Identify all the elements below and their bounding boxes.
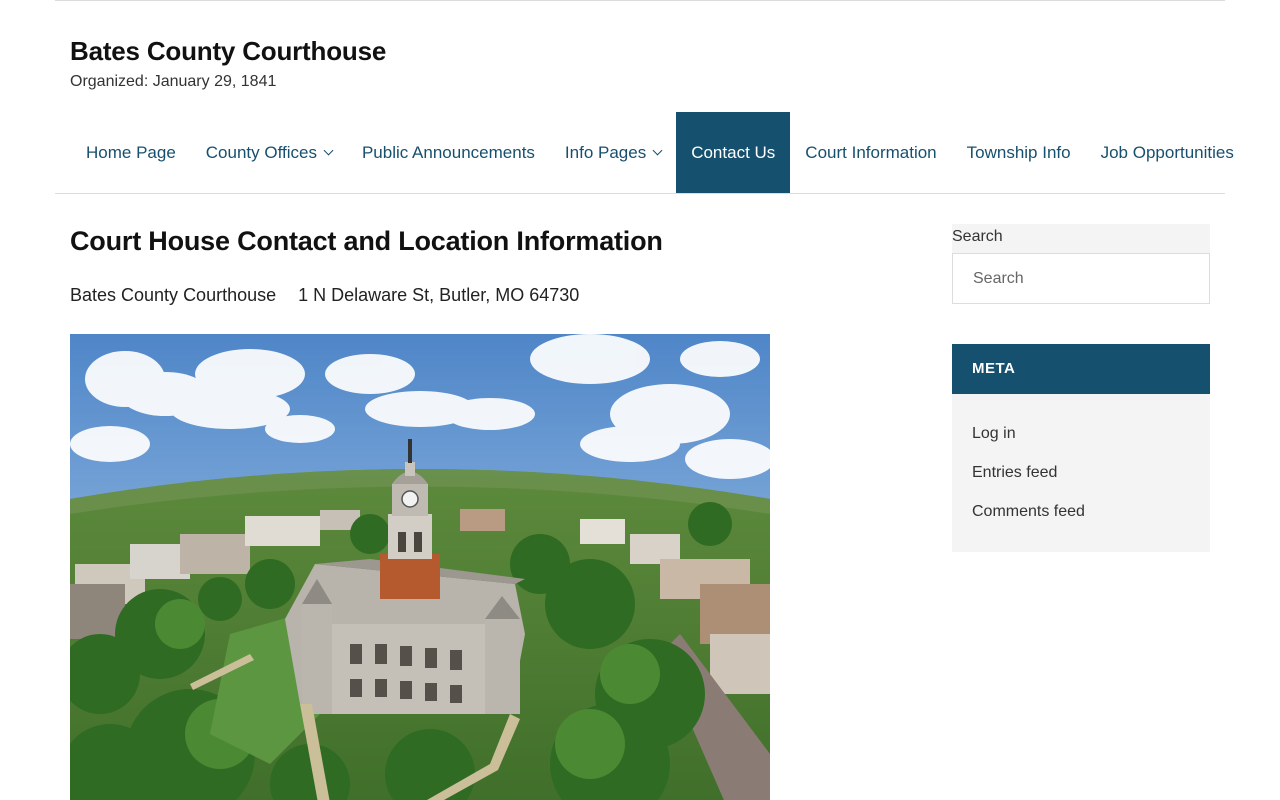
site-header: Bates County Courthouse Organized: Janua… bbox=[70, 36, 386, 91]
meta-heading: META bbox=[952, 344, 1210, 394]
nav-item-label: County Offices bbox=[205, 142, 317, 162]
nav-item-label: Court Information bbox=[805, 142, 937, 162]
courthouse-aerial-photo bbox=[70, 334, 770, 800]
meta-link-comments-feed[interactable]: Comments feed bbox=[972, 492, 1190, 531]
page: Bates County Courthouse Organized: Janua… bbox=[0, 0, 1280, 800]
chevron-down-icon bbox=[652, 145, 663, 156]
top-divider bbox=[55, 0, 1225, 1]
nav-item-court-information[interactable]: Court Information bbox=[790, 112, 951, 193]
courthouse-photo-illustration bbox=[70, 334, 770, 800]
meta-link-log-in[interactable]: Log in bbox=[972, 414, 1190, 453]
street-address: 1 N Delaware St, Butler, MO 64730 bbox=[298, 285, 580, 305]
sidebar: Search META Log in Entries feed Comments… bbox=[952, 224, 1210, 552]
nav-item-job-opportunities[interactable]: Job Opportunities bbox=[1086, 112, 1249, 193]
nav-item-contact-us[interactable]: Contact Us bbox=[676, 112, 791, 193]
nav-item-label: Home Page bbox=[86, 142, 176, 162]
main-navigation: Home Page County Offices Public Announce… bbox=[71, 112, 1249, 193]
nav-divider bbox=[55, 193, 1225, 194]
search-label: Search bbox=[952, 228, 1003, 245]
nav-item-public-announcements[interactable]: Public Announcements bbox=[347, 112, 550, 193]
nav-item-county-offices[interactable]: County Offices bbox=[191, 112, 347, 193]
nav-item-label: Info Pages bbox=[564, 142, 647, 162]
meta-link-entries-feed[interactable]: Entries feed bbox=[972, 453, 1190, 492]
main-content: Court House Contact and Location Informa… bbox=[70, 226, 870, 800]
nav-item-info-pages[interactable]: Info Pages bbox=[550, 112, 676, 193]
nav-item-label: Contact Us bbox=[691, 142, 776, 162]
site-tagline: Organized: January 29, 1841 bbox=[70, 73, 277, 90]
nav-item-label: Public Announcements bbox=[361, 142, 535, 162]
address-line: Bates County Courthouse 1 N Delaware St, … bbox=[70, 285, 870, 306]
nav-item-township-info[interactable]: Township Info bbox=[952, 112, 1086, 193]
nav-item-label: Township Info bbox=[966, 142, 1071, 162]
meta-widget: META Log in Entries feed Comments feed bbox=[952, 344, 1210, 552]
search-input[interactable] bbox=[952, 253, 1210, 304]
nav-item-home-page[interactable]: Home Page bbox=[71, 112, 191, 193]
page-title: Court House Contact and Location Informa… bbox=[70, 226, 663, 256]
meta-links: Log in Entries feed Comments feed bbox=[952, 394, 1210, 552]
address-name: Bates County Courthouse bbox=[70, 285, 277, 305]
nav-item-label: Job Opportunities bbox=[1100, 142, 1234, 162]
search-widget: Search bbox=[952, 224, 1210, 304]
site-title[interactable]: Bates County Courthouse bbox=[70, 36, 386, 67]
chevron-down-icon bbox=[323, 145, 334, 156]
